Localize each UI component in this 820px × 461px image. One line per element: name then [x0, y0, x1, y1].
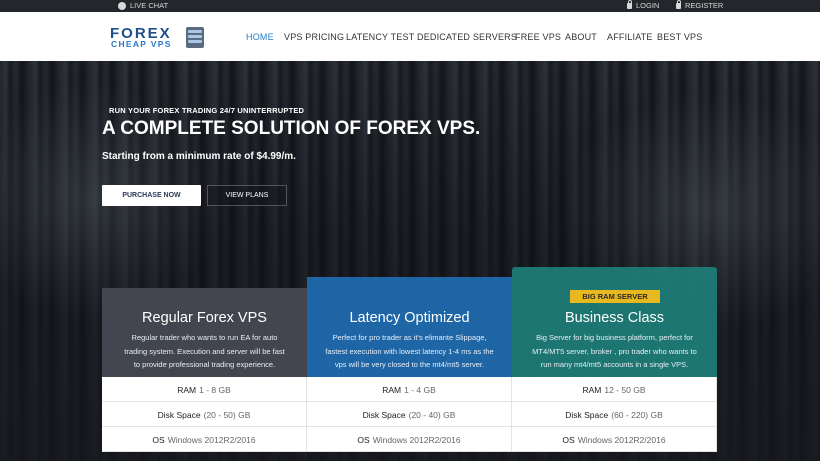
- spec-cell: OS Windows 2012R2/2016: [307, 427, 512, 452]
- spec-value: Windows 2012R2/2016: [577, 434, 666, 445]
- spec-cell: Disk Space (20 - 40) GB: [307, 402, 512, 427]
- plan-description-line: vps will be very closed to the mt4/mt5 s…: [334, 360, 485, 369]
- plan-description-line: Big Server for big business platform, pe…: [536, 333, 693, 342]
- site-logo[interactable]: FOREX CHEAP VPS: [110, 25, 205, 51]
- plan-description-line: fastest execution with lowest latency 1-…: [325, 346, 494, 356]
- plan-description-line: Perfect for pro trader as it's elimante …: [332, 333, 487, 342]
- spec-value: 1 - 4 GB: [404, 384, 436, 395]
- spec-cell: RAM 1 - 4 GB: [307, 377, 512, 402]
- plan-card-regular[interactable]: Regular Forex VPS Regular trader who wan…: [102, 288, 307, 377]
- spec-cell: OS Windows 2012R2/2016: [102, 427, 307, 452]
- spec-value: (60 - 220) GB: [611, 409, 663, 420]
- spec-label: RAM: [177, 384, 197, 395]
- view-plans-button[interactable]: VIEW PLANS: [207, 185, 287, 206]
- lock-icon: [676, 0, 681, 9]
- live-chat-label: LIVE CHAT: [130, 1, 169, 10]
- plan-card-latency[interactable]: Latency Optimized Perfect for pro trader…: [307, 277, 512, 377]
- spec-label: OS: [152, 434, 165, 445]
- spec-label: Disk Space: [362, 409, 406, 420]
- nav-home[interactable]: HOME: [246, 32, 274, 42]
- spec-cell: Disk Space (60 - 220) GB: [512, 402, 717, 427]
- hero-eyebrow: RUN YOUR FOREX TRADING 24/7 UNINTERRUPTE…: [109, 106, 305, 115]
- hero-subline: Starting from a minimum rate of $4.99/m.: [102, 151, 296, 162]
- plan-description: Regular trader who wants to run EA for a…: [102, 331, 307, 372]
- spec-label: RAM: [582, 384, 602, 395]
- nav-affiliate[interactable]: AFFILIATE: [607, 32, 653, 42]
- spec-cell: RAM 12 - 50 GB: [512, 377, 717, 402]
- spec-label: OS: [562, 434, 575, 445]
- spec-label: Disk Space: [157, 409, 201, 420]
- top-bar: LIVE CHAT LOGIN REGISTER: [0, 0, 820, 12]
- hero-headline: A COMPLETE SOLUTION OF FOREX VPS.: [102, 118, 481, 139]
- hero-section: RUN YOUR FOREX TRADING 24/7 UNINTERRUPTE…: [0, 61, 820, 461]
- site-header: FOREX CHEAP VPS HOME VPS PRICING LATENCY…: [0, 12, 820, 61]
- login-link[interactable]: LOGIN: [627, 0, 660, 10]
- nav-best-vps[interactable]: BEST VPS: [657, 32, 702, 42]
- spec-cell: RAM 1 - 8 GB: [102, 377, 307, 402]
- register-link[interactable]: REGISTER: [676, 0, 724, 10]
- plan-title: Regular Forex VPS: [142, 310, 267, 326]
- table-row-ram: RAM 1 - 8 GB RAM 1 - 4 GB RAM 12 - 50 GB: [102, 377, 717, 402]
- spec-label: OS: [357, 434, 370, 445]
- spec-label: RAM: [382, 384, 402, 395]
- chat-bubble-icon: [118, 1, 126, 10]
- plan-description: Big Server for big business platform, pe…: [512, 331, 717, 372]
- plan-description-line: Regular trader who wants to run EA for a…: [131, 333, 278, 342]
- plan-description-line: run many mt4/mt5 accounts in a single VP…: [540, 360, 689, 369]
- spec-value: (20 - 40) GB: [408, 409, 456, 420]
- purchase-now-button[interactable]: PURCHASE NOW: [102, 185, 201, 206]
- nav-dedicated-servers[interactable]: DEDICATED SERVERS: [417, 32, 517, 42]
- spec-value: Windows 2012R2/2016: [167, 434, 256, 445]
- plan-title: Business Class: [564, 310, 665, 326]
- spec-value: 12 - 50 GB: [604, 384, 646, 395]
- plan-title: Latency Optimized: [349, 310, 470, 326]
- nav-latency-test[interactable]: LATENCY TEST: [346, 32, 414, 42]
- plan-description-line: MT4/MT5 server, broker , pro trader who …: [532, 346, 697, 356]
- login-label: LOGIN: [636, 1, 660, 10]
- plan-description: Perfect for pro trader as it's elimante …: [307, 331, 512, 372]
- live-chat-link[interactable]: LIVE CHAT: [118, 1, 168, 10]
- spec-label: Disk Space: [565, 409, 609, 420]
- lock-icon: [627, 0, 632, 9]
- logo-word-cheap-vps: CHEAP VPS: [111, 39, 172, 49]
- plan-description-line: trading system. Execution and server wil…: [124, 346, 285, 356]
- table-row-disk: Disk Space (20 - 50) GB Disk Space (20 - 4…: [102, 402, 717, 427]
- nav-about[interactable]: ABOUT: [565, 32, 597, 42]
- spec-cell: Disk Space (20 - 50) GB: [102, 402, 307, 427]
- table-row-os: OS Windows 2012R2/2016 OS Windows 2012R2/2…: [102, 427, 717, 452]
- plan-card-business[interactable]: BIG RAM SERVER Business Class Big Server…: [512, 267, 717, 377]
- spec-value: Windows 2012R2/2016: [372, 434, 461, 445]
- spec-value: (20 - 50) GB: [203, 409, 251, 420]
- spec-value: 1 - 8 GB: [199, 384, 231, 395]
- register-label: REGISTER: [685, 1, 724, 10]
- plan-specs-table: RAM 1 - 8 GB RAM 1 - 4 GB RAM 12 - 50 GB Di…: [102, 377, 717, 452]
- server-rack-icon: [186, 27, 204, 48]
- big-ram-badge: BIG RAM SERVER: [570, 290, 660, 303]
- spec-cell: OS Windows 2012R2/2016: [512, 427, 717, 452]
- nav-vps-pricing[interactable]: VPS PRICING: [284, 32, 344, 42]
- plan-description-line: to provide professional trading experien…: [133, 360, 276, 369]
- nav-free-vps[interactable]: FREE VPS: [515, 32, 561, 42]
